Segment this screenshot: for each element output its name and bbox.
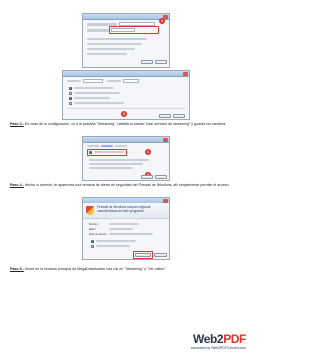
field-label: Nombre: [89,223,99,226]
dialog-button[interactable] [159,114,171,118]
dialog-button[interactable] [155,175,167,179]
converter-link[interactable]: converted by Web2PDFConvert.com [191,346,246,350]
step-label: Paso 4.- [10,183,24,187]
dialog-button[interactable] [173,114,185,118]
step-5-paragraph: Paso 5.- Ahora en la ventana principal d… [10,267,248,271]
web2pdf-logo[interactable]: Web2PDF [193,333,246,345]
field-label: Ruta de acceso: [89,233,108,236]
step-4-paragraph: Paso 4.- Hecho lo anterior, te aparecerá… [10,183,248,187]
step-text: Hecho lo anterior, te aparecerá una vent… [24,183,230,187]
allow-access-button[interactable] [135,253,151,257]
step-3-paragraph: Paso 3.- En cuan de la configuración, ve… [10,122,248,126]
highlight-box [87,149,127,156]
cancel-button[interactable] [154,253,167,257]
dialog-button[interactable] [155,60,167,64]
step-label: Paso 5.- [10,267,24,271]
window-titlebar [63,71,189,77]
step-text: Ahora en la ventana principal de MegaDow… [24,267,167,271]
settings-screenshot-top: 1 [82,13,170,68]
dialog-button[interactable] [141,175,153,179]
logo-main: Web2 [193,332,224,346]
settings-screenshot-middle: 2 [62,70,190,120]
step-label: Paso 3.- [10,122,24,126]
firewall-header: Firewall de Windows bloqueó algunas cara… [83,203,169,219]
close-icon [163,137,168,142]
logo-accent: PDF [223,332,246,346]
window-titlebar [83,14,169,20]
step-text: En cuan de la configuración, ve a la pes… [24,122,227,126]
window-titlebar [83,137,169,143]
close-icon [163,198,168,203]
document-page: 1 2 Paso 3.- En cuan de la configuración… [0,0,252,356]
callout-number: 1 [145,149,151,155]
dialog-button[interactable] [141,60,153,64]
streaming-tab-screenshot: 1 2 [82,136,170,181]
callout-number: 2 [121,111,127,117]
field-label: Editor: [89,228,97,231]
firewall-title: Firewall de Windows bloqueó algunas cara… [97,205,151,213]
firewall-alert-screenshot: Firewall de Windows bloqueó algunas cara… [82,197,170,260]
shield-icon [86,206,94,215]
highlight-box [109,26,159,34]
callout-number: 1 [159,18,165,24]
close-icon [183,71,188,76]
